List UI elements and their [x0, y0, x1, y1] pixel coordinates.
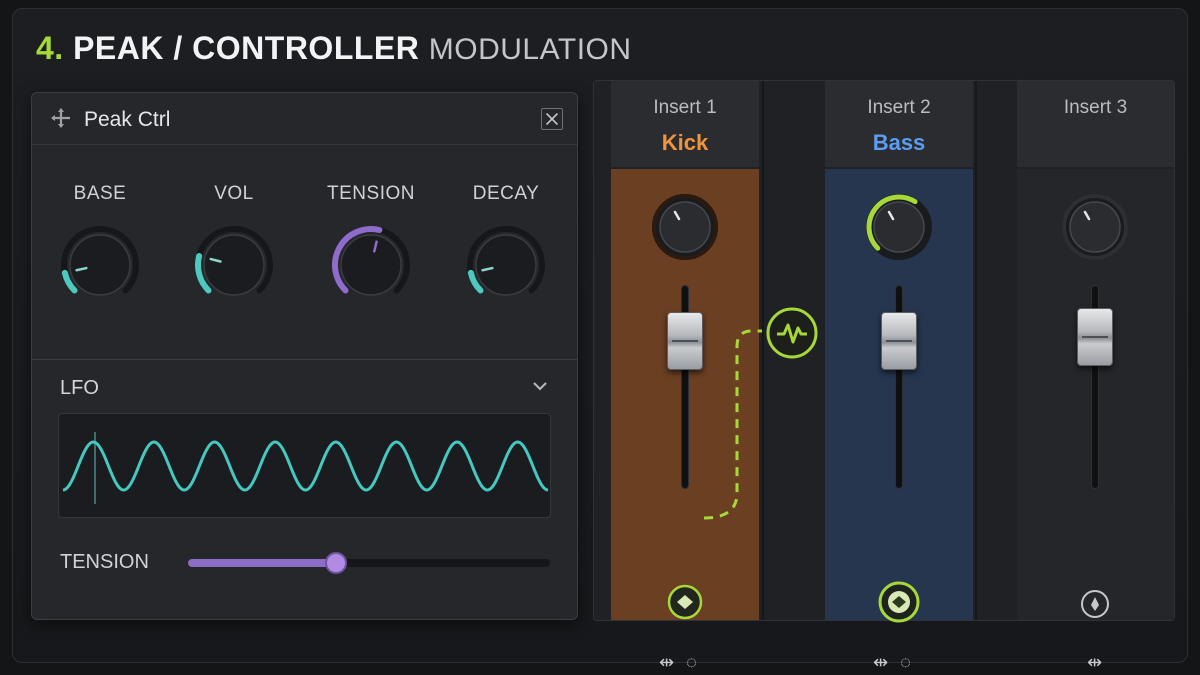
lfo-waveform	[62, 432, 549, 504]
tension-knob[interactable]	[329, 223, 413, 307]
panel-title: Peak Ctrl	[84, 108, 171, 131]
lfo-waveform-display	[58, 413, 551, 518]
knob-body	[873, 201, 925, 253]
slider-thumb[interactable]	[325, 552, 348, 574]
modulation-idle-icon[interactable]	[1079, 588, 1111, 620]
strip-tools: ⇹ ◌	[867, 652, 917, 673]
route-icon[interactable]: ⇹	[659, 652, 674, 673]
phase-icon[interactable]: ◌	[900, 652, 911, 673]
volume-fader[interactable]	[881, 311, 917, 370]
knob-vol[interactable]: VOL	[184, 183, 284, 307]
title-main: PEAK / CONTROLLER	[73, 30, 420, 66]
knob-body	[475, 234, 537, 296]
tension-slider[interactable]	[188, 552, 550, 574]
phase-icon[interactable]: ◌	[686, 652, 697, 673]
route-icon[interactable]: ⇹	[1087, 652, 1102, 673]
pan-knob[interactable]	[1059, 191, 1131, 263]
lfo-wave-line	[62, 440, 549, 492]
insert-label: Insert 2	[867, 97, 931, 118]
modulation-source-icon[interactable]	[877, 580, 921, 624]
strip-body: ⇹ ◌	[825, 169, 973, 672]
knob-body	[203, 234, 265, 296]
knob-base[interactable]: BASE	[50, 183, 150, 307]
knob-body	[69, 234, 131, 296]
tension-slider-label: TENSION	[60, 551, 149, 573]
strip-header[interactable]: Insert 2 Bass	[825, 81, 973, 167]
knob-label: VOL	[214, 183, 254, 204]
slider-fill	[188, 559, 337, 567]
close-icon[interactable]	[541, 108, 563, 130]
knob-tension[interactable]: TENSION	[321, 183, 421, 307]
vol-knob[interactable]	[192, 223, 276, 307]
route-icon[interactable]: ⇹	[873, 652, 888, 673]
mixer-strip-insert-3[interactable]: Insert 3 ⇹	[1017, 81, 1174, 672]
strip-body: ⇹	[1017, 169, 1174, 672]
move-handle-icon[interactable]	[50, 107, 72, 129]
lfo-label: LFO	[60, 377, 99, 399]
decay-knob[interactable]	[464, 223, 548, 307]
chevron-down-icon[interactable]	[531, 379, 549, 393]
title-sub: MODULATION	[428, 33, 632, 66]
peak-controller-link-icon[interactable]	[765, 306, 819, 360]
volume-fader[interactable]	[1077, 307, 1113, 366]
knob-label: BASE	[73, 183, 127, 204]
panel-header[interactable]: Peak Ctrl	[32, 93, 577, 145]
knob-label: TENSION	[327, 183, 415, 204]
section-divider	[32, 359, 577, 360]
mixer-strip-insert-2[interactable]: Insert 2 Bass ⇹ ◌	[825, 81, 973, 672]
strip-header[interactable]: Insert 3	[1017, 81, 1174, 167]
knob-body	[340, 234, 402, 296]
strip-tools: ⇹	[1081, 652, 1108, 673]
page-title: 4. PEAK / CONTROLLER MODULATION	[36, 30, 632, 67]
strip-tools: ⇹ ◌	[653, 652, 703, 673]
strip-separator	[975, 81, 977, 620]
knob-decay[interactable]: DECAY	[456, 183, 556, 307]
peak-ctrl-panel: Peak Ctrl BASE VOL TENSION DECAY LFO TEN…	[31, 92, 578, 620]
knob-body	[1069, 201, 1121, 253]
base-knob[interactable]	[58, 223, 142, 307]
pan-knob[interactable]	[863, 191, 935, 263]
track-name: Bass	[872, 130, 926, 155]
insert-label: Insert 3	[1063, 97, 1128, 118]
knob-label: DECAY	[472, 183, 540, 204]
section-number: 4.	[36, 30, 64, 66]
mixer-panel: Insert 1 Kick ⇹ ◌ Insert 2 Bass ⇹ ◌ Inse…	[593, 80, 1175, 672]
